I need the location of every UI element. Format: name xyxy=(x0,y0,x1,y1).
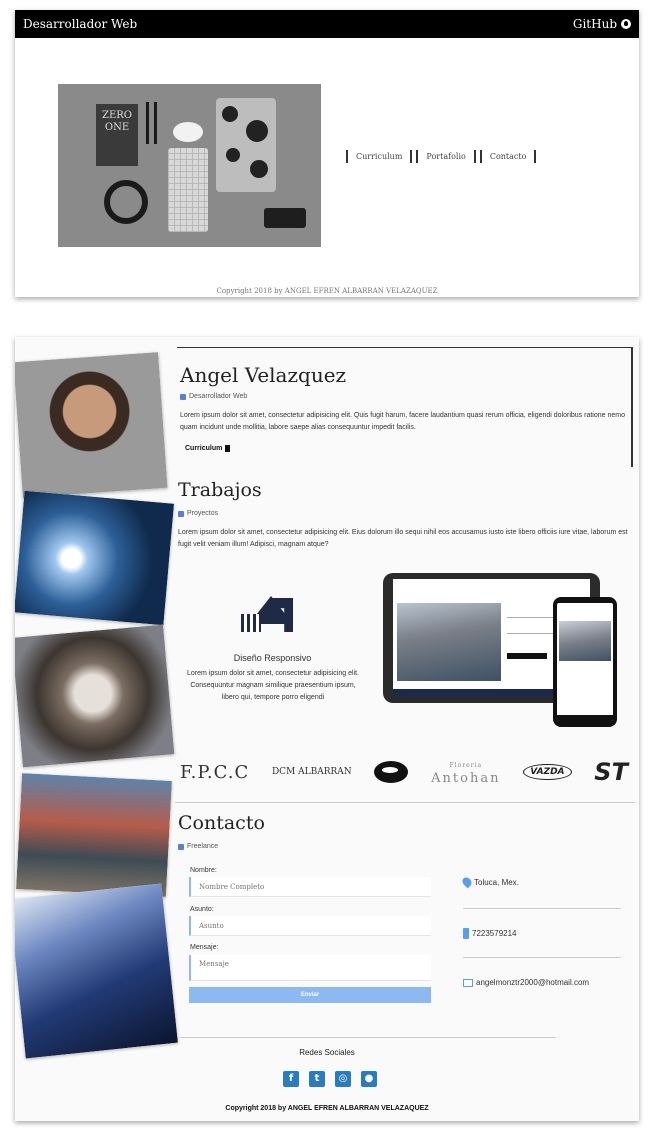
sitemap-icon xyxy=(178,510,184,517)
hero-sticker xyxy=(250,160,268,178)
tablet-screen-button xyxy=(507,653,547,659)
info-divider xyxy=(463,908,621,909)
brand-title[interactable]: Desarrollador Web xyxy=(23,17,137,31)
location-info: Toluca, Mex. xyxy=(460,875,519,889)
top-navbar: Desarrollador Web GitHub xyxy=(15,10,639,38)
github-icon[interactable]: ● xyxy=(361,1071,377,1087)
clients-strip: F.P.C.C DCM ALBARRAN Floreria Antohan VAZ… xyxy=(180,757,628,787)
profile-photo xyxy=(15,352,168,498)
subject-label: Asunto: xyxy=(190,906,214,913)
phone-info: 7223579214 xyxy=(463,928,517,939)
work-text: Lorem ipsum dolor sit amet, consectetur … xyxy=(178,529,628,548)
hero-headphones xyxy=(104,180,148,224)
github-icon xyxy=(621,19,631,29)
hero-sticker xyxy=(226,148,240,162)
message-textarea[interactable] xyxy=(189,955,431,981)
hero-pen xyxy=(154,102,157,144)
contact-subtitle: Freelance xyxy=(178,843,218,850)
market-photo xyxy=(16,773,172,897)
envelope-icon xyxy=(463,978,473,987)
phone-mockup xyxy=(553,597,617,727)
portfolio-card: Angel Velazquez Desarrollador Web Lorem … xyxy=(15,337,639,1121)
sky-photo xyxy=(15,490,175,626)
subject-input[interactable] xyxy=(189,916,431,936)
phone-text: 7223579214 xyxy=(472,929,517,938)
profile-role-label: Desarrollador Web xyxy=(189,393,248,400)
menu-portafolio[interactable]: Portafolio xyxy=(416,150,476,163)
hero-mouse xyxy=(173,122,203,142)
client-logo-antohan-text: Antohan xyxy=(431,771,501,786)
feature-text: Lorem ipsum dolor sit amet, consectetur … xyxy=(187,670,359,701)
curriculum-label: Curriculum xyxy=(185,445,223,452)
client-logo-vazda: VAZDA xyxy=(523,764,572,780)
social-links: f t ◎ ● xyxy=(283,1071,377,1087)
hero-pen xyxy=(146,102,149,144)
hero-image: ZERO ONE xyxy=(58,84,321,247)
work-subtitle: Proyectos xyxy=(178,510,218,517)
footer-divider xyxy=(180,1037,556,1038)
facebook-icon[interactable]: f xyxy=(283,1071,299,1087)
main-menu: Curriculum Portafolio Contacto xyxy=(346,150,540,163)
client-logo-dcm: DCM ALBARRAN xyxy=(271,767,352,777)
file-icon xyxy=(225,445,231,452)
message-label: Mensaje: xyxy=(190,944,219,951)
client-logo-fpcc: F.P.C.C xyxy=(180,761,250,783)
client-logo-st: ST xyxy=(594,758,628,786)
menu-contacto[interactable]: Contacto xyxy=(479,150,537,163)
footer-copyright: Copyright 2018 by ANGEL EFREN ALBARRAN V… xyxy=(225,1105,429,1112)
work-title: Trabajos xyxy=(178,479,262,501)
name-input[interactable] xyxy=(189,877,431,897)
section-divider xyxy=(175,802,635,803)
menu-curriculum[interactable]: Curriculum xyxy=(346,150,413,163)
cat-photo xyxy=(15,624,175,768)
github-link[interactable]: GitHub xyxy=(573,17,631,31)
instagram-icon[interactable]: ◎ xyxy=(335,1071,351,1087)
profile-role: Desarrollador Web xyxy=(180,393,247,400)
send-button[interactable]: Enviar xyxy=(189,987,431,1003)
code-icon xyxy=(180,393,186,400)
user-icon xyxy=(178,843,184,850)
curriculum-link[interactable]: Curriculum xyxy=(185,445,231,452)
github-label: GitHub xyxy=(572,17,617,31)
email-text[interactable]: angelmonztr2000@hotmail.com xyxy=(476,978,589,987)
name-label: Nombre: xyxy=(190,867,217,874)
phone-screen-footer xyxy=(557,715,613,721)
feature-title: Diseño Responsivo xyxy=(233,653,312,663)
hero-phone xyxy=(264,208,306,228)
tablet-screen-image xyxy=(397,603,501,681)
map-marker-icon xyxy=(460,875,474,889)
contact-subtitle-label: Freelance xyxy=(187,843,219,850)
phone-icon xyxy=(463,928,469,939)
hero-book-text: ZERO ONE xyxy=(102,110,132,133)
hero-laptop xyxy=(216,98,276,192)
twitter-icon[interactable]: t xyxy=(309,1071,325,1087)
email-info: angelmonztr2000@hotmail.com xyxy=(463,978,589,987)
circuit-photo xyxy=(15,883,178,1059)
contact-title: Contacto xyxy=(178,812,265,834)
client-logo-rhino xyxy=(374,761,409,783)
info-divider xyxy=(463,957,621,958)
location-text: Toluca, Mex. xyxy=(474,877,519,887)
client-logo-antohan: Floreria Antohan xyxy=(431,759,500,785)
tk-logo xyxy=(241,592,303,640)
profile-bio: Lorem ipsum dolor sit amet, consectetur … xyxy=(180,412,625,431)
hero-book: ZERO ONE xyxy=(96,104,138,166)
social-title: Redes Sociales xyxy=(299,1048,355,1057)
hero-sticker xyxy=(246,120,268,142)
landing-copyright: Copyright 2018 by ANGEL EFREN ALBARRAN V… xyxy=(216,287,438,295)
work-subtitle-label: Proyectos xyxy=(187,510,219,517)
phone-screen-image xyxy=(559,621,611,661)
landing-card: Desarrollador Web GitHub ZERO ONE Curric… xyxy=(15,10,639,297)
profile-name: Angel Velazquez xyxy=(180,363,347,387)
hero-sticker xyxy=(222,106,238,122)
hero-keyboard xyxy=(168,148,208,232)
